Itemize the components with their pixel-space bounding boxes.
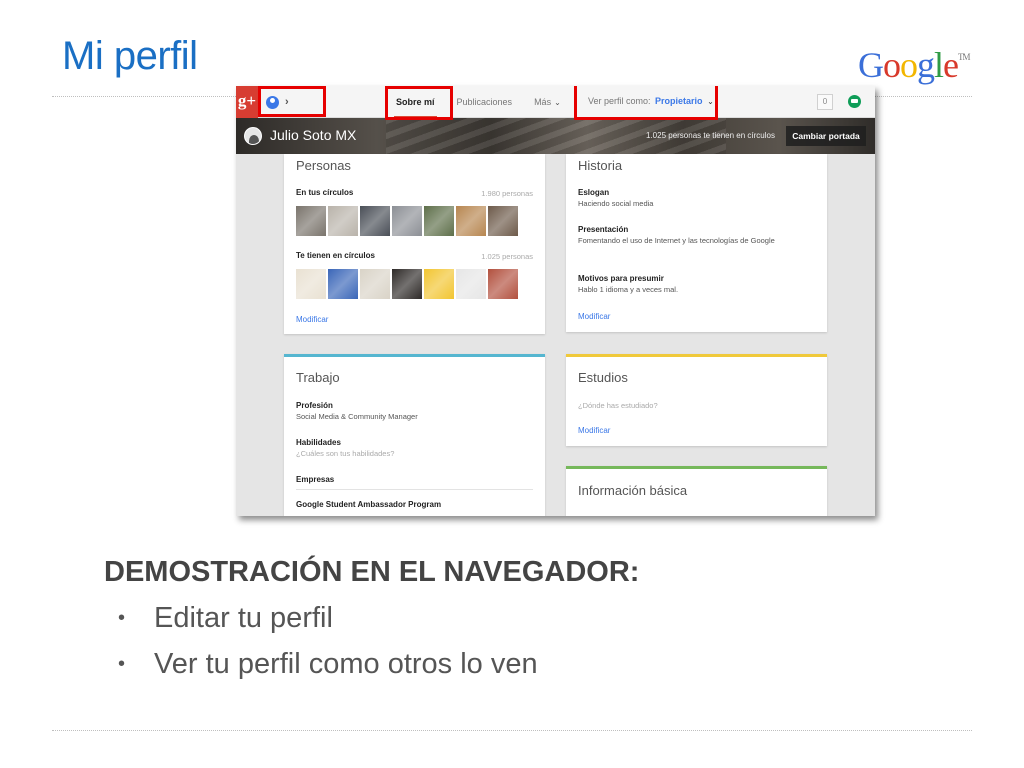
in-circles-count: 1.980 personas bbox=[481, 189, 533, 198]
bullet-text: Ver tu perfil como otros lo ven bbox=[154, 648, 538, 680]
google-logo-tm: TM bbox=[958, 52, 970, 62]
contact-avatar[interactable] bbox=[360, 206, 390, 236]
profile-name: Julio Soto MX bbox=[270, 127, 357, 143]
bottom-divider bbox=[52, 730, 972, 731]
contact-avatar[interactable] bbox=[296, 206, 326, 236]
google-logo: GoogleTM bbox=[858, 44, 970, 86]
avatar[interactable] bbox=[244, 127, 262, 145]
chevron-down-icon: ⌄ bbox=[554, 98, 561, 107]
bullet-dot: • bbox=[118, 653, 126, 675]
change-cover-button[interactable]: Cambiar portada bbox=[786, 126, 866, 146]
slide-title: Mi perfil bbox=[62, 34, 198, 78]
highlight-about-tab bbox=[385, 86, 453, 120]
brag-label: Motivos para presumir bbox=[578, 274, 664, 283]
studies-hint[interactable]: ¿Dónde has estudiado? bbox=[578, 401, 658, 410]
tab-publicaciones[interactable]: Publicaciones bbox=[457, 86, 513, 118]
contact-avatar[interactable] bbox=[488, 269, 518, 299]
divider bbox=[296, 489, 533, 490]
contact-avatar[interactable] bbox=[328, 269, 358, 299]
estudios-card: Estudios ¿Dónde has estudiado? Modificar bbox=[566, 354, 827, 446]
contact-avatar[interactable] bbox=[456, 269, 486, 299]
modify-link[interactable]: Modificar bbox=[296, 315, 328, 324]
circled-by-count: 1.025 personas te tienen en círculos bbox=[646, 131, 775, 140]
highlight-profile-switcher bbox=[258, 86, 326, 117]
profession-value: Social Media & Community Manager bbox=[296, 412, 418, 421]
card-accent-bar bbox=[566, 354, 827, 357]
logo-letter: G bbox=[858, 45, 884, 85]
contact-avatar[interactable] bbox=[392, 269, 422, 299]
bullet-list: • Editar tu perfil • Ver tu perfil como ot… bbox=[118, 598, 538, 690]
card-title: Historia bbox=[578, 158, 623, 173]
in-circles-photos bbox=[296, 206, 518, 236]
card-title: Trabajo bbox=[296, 370, 340, 385]
tab-label: Publicaciones bbox=[456, 97, 513, 107]
bullet-item: • Editar tu perfil bbox=[118, 598, 538, 644]
in-circles-label: En tus círculos bbox=[296, 188, 354, 197]
have-you-count: 1.025 personas bbox=[481, 252, 533, 261]
logo-letter: l bbox=[934, 45, 944, 85]
profession-label: Profesión bbox=[296, 401, 333, 410]
card-accent-bar bbox=[284, 354, 545, 357]
cover-photo: Julio Soto MX 1.025 personas te tienen e… bbox=[236, 118, 875, 154]
companies-label: Empresas bbox=[296, 475, 335, 484]
brag-value: Hablo 1 idioma y a veces mal. bbox=[578, 285, 679, 294]
demo-heading: DEMOSTRACIÓN EN EL NAVEGADOR: bbox=[104, 556, 640, 588]
logo-letter: e bbox=[943, 45, 959, 85]
logo-letter: o bbox=[883, 45, 901, 85]
modify-link[interactable]: Modificar bbox=[578, 312, 610, 321]
info-basica-card: Información básica bbox=[566, 466, 827, 516]
contact-avatar[interactable] bbox=[392, 206, 422, 236]
logo-letter: o bbox=[900, 45, 918, 85]
contact-avatar[interactable] bbox=[296, 269, 326, 299]
gplus-profile-screenshot: g+ › Sobre mí Publicaciones Más ⌄ Ver per… bbox=[236, 86, 875, 516]
hangouts-icon[interactable] bbox=[848, 95, 861, 108]
card-title: Información básica bbox=[578, 483, 688, 498]
skills-hint[interactable]: ¿Cuáles son tus habilidades? bbox=[296, 449, 394, 458]
bullet-dot: • bbox=[118, 607, 126, 629]
google-logo-letters: Google bbox=[858, 44, 959, 86]
trabajo-card: Trabajo Profesión Social Media & Communi… bbox=[284, 354, 545, 516]
intro-label: Presentación bbox=[578, 225, 629, 234]
historia-card: Historia Eslogan Haciendo social media P… bbox=[566, 154, 827, 332]
personas-card: Personas En tus círculos 1.980 personas … bbox=[284, 154, 545, 334]
tab-mas[interactable]: Más ⌄ bbox=[534, 86, 561, 118]
modify-link[interactable]: Modificar bbox=[578, 426, 610, 435]
have-you-label: Te tienen en círculos bbox=[296, 251, 375, 260]
bullet-text: Editar tu perfil bbox=[154, 602, 333, 634]
gplus-logo[interactable]: g+ bbox=[236, 86, 258, 118]
have-you-photos bbox=[296, 269, 518, 299]
notification-count[interactable]: 0 bbox=[817, 94, 833, 110]
contact-avatar[interactable] bbox=[328, 206, 358, 236]
company-name: Google Student Ambassador Program bbox=[296, 500, 442, 509]
contact-avatar[interactable] bbox=[488, 206, 518, 236]
slogan-value: Haciendo social media bbox=[578, 199, 654, 208]
contact-avatar[interactable] bbox=[424, 206, 454, 236]
card-title: Estudios bbox=[578, 370, 628, 385]
skills-label: Habilidades bbox=[296, 438, 341, 447]
bullet-item: • Ver tu perfil como otros lo ven bbox=[118, 644, 538, 690]
contact-avatar[interactable] bbox=[360, 269, 390, 299]
highlight-view-as bbox=[574, 86, 718, 120]
slogan-label: Eslogan bbox=[578, 188, 610, 197]
contact-avatar[interactable] bbox=[424, 269, 454, 299]
intro-value: Fomentando el uso de Internet y las tecn… bbox=[578, 236, 775, 245]
card-title: Personas bbox=[296, 158, 351, 173]
logo-letter: g bbox=[917, 45, 935, 85]
contact-avatar[interactable] bbox=[456, 206, 486, 236]
tab-label: Más bbox=[534, 97, 552, 107]
gplus-top-bar: g+ › Sobre mí Publicaciones Más ⌄ Ver per… bbox=[236, 86, 875, 118]
card-accent-bar bbox=[566, 466, 827, 469]
